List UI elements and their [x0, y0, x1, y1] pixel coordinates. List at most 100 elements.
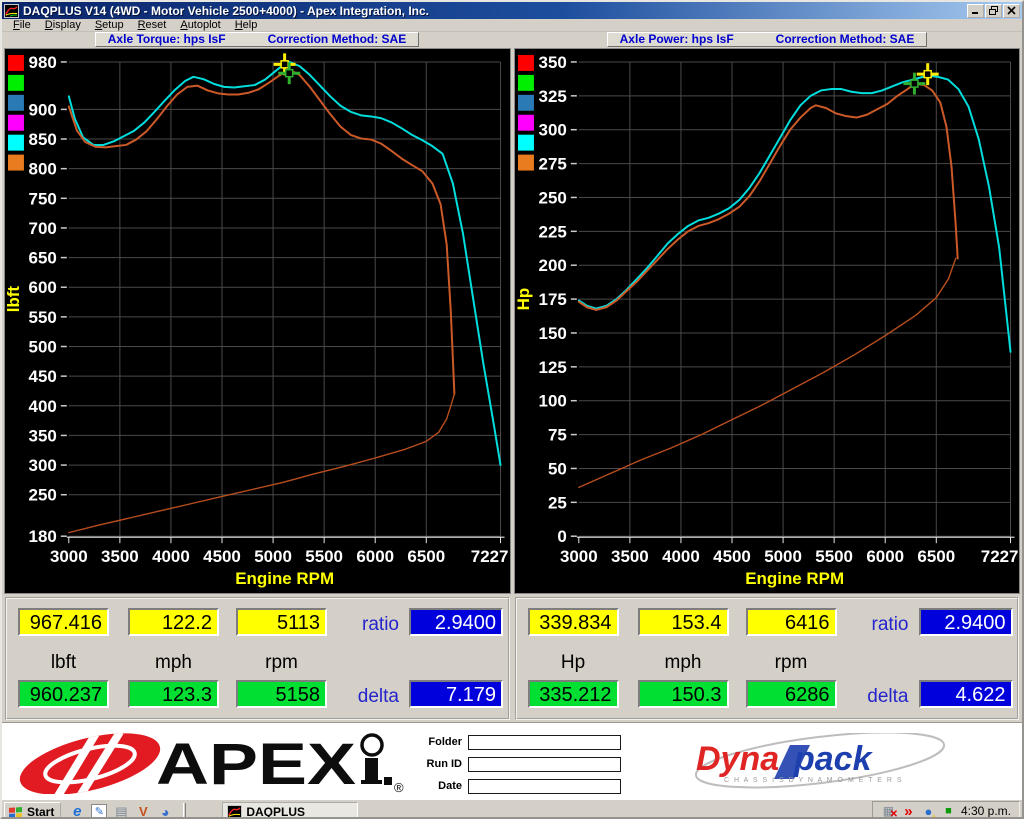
svg-text:350: 350	[538, 53, 566, 72]
app-window: DAQPLUS V14 (4WD - Motor Vehicle 2500+40…	[0, 0, 1024, 819]
torque-header-method: Correction Method: SAE	[268, 33, 407, 46]
power-measured	[578, 84, 957, 310]
legend-swatch-1	[8, 75, 24, 91]
start-button[interactable]: Start	[4, 802, 61, 819]
rpm-peak-value: 6286	[746, 680, 837, 708]
speed-unit-label: mph	[128, 652, 219, 674]
svg-text:300: 300	[29, 456, 57, 475]
daqplus-app-icon[interactable]	[4, 4, 19, 18]
svg-text:6500: 6500	[407, 547, 445, 566]
svg-text:C H A S S I S D Y N A M O: C H A S S I S D Y N A M O M E T E R S	[724, 777, 903, 784]
svg-text:700: 700	[29, 219, 57, 238]
menu-autoplot[interactable]: Autoplot	[173, 19, 227, 32]
window-title: DAQPLUS V14 (4WD - Motor Vehicle 2500+40…	[23, 4, 966, 18]
clock[interactable]: 4:30 p.m.	[961, 804, 1011, 818]
menu-bar: File Display Setup Reset Autoplot Help	[2, 19, 1022, 32]
menu-setup[interactable]: Setup	[88, 19, 131, 32]
legend-swatch-3	[8, 115, 24, 131]
svg-text:5000: 5000	[764, 547, 802, 566]
svg-text:500: 500	[29, 337, 57, 356]
power-chart[interactable]: 3000350040004500500055006000650072270255…	[515, 49, 1020, 593]
internet-explorer-icon[interactable]: e	[69, 804, 85, 819]
power-header-method: Correction Method: SAE	[776, 33, 915, 46]
speed-trace	[578, 258, 955, 487]
fast-forward-icon[interactable]: »	[901, 804, 916, 819]
ratio-value: 2.9400	[919, 608, 1013, 636]
svg-text:7227: 7227	[980, 547, 1018, 566]
daqplus-task-icon	[227, 805, 242, 819]
folder-label: Folder	[414, 736, 462, 748]
speed-peak-value: 123.3	[128, 680, 219, 708]
torque-unit-label: lbft	[18, 652, 109, 674]
compose-page-icon[interactable]: ✎	[91, 804, 107, 819]
cursor-marker	[924, 71, 931, 78]
taskbar: Start e ✎ ▤ V ◕ DAQPLUS ▦✕ » ●▲	[2, 799, 1022, 819]
close-button[interactable]	[1003, 4, 1020, 18]
power-corrected	[578, 76, 1010, 352]
title-bar: DAQPLUS V14 (4WD - Motor Vehicle 2500+40…	[2, 2, 1022, 19]
dynapack-logo: Dyna pack C H A S S I S D Y N A M O M E …	[690, 733, 950, 793]
svg-text:125: 125	[538, 358, 566, 377]
documents-icon[interactable]: ▤	[113, 804, 129, 819]
windows-flag-icon	[8, 805, 24, 819]
restore-button[interactable]	[985, 4, 1002, 18]
peak-marker	[910, 80, 917, 87]
legend-swatch-4	[8, 135, 24, 151]
menu-file[interactable]: File	[6, 19, 38, 32]
svg-text:175: 175	[538, 290, 566, 309]
svg-text:3000: 3000	[559, 547, 597, 566]
menu-reset[interactable]: Reset	[131, 19, 174, 32]
cursor-marker	[281, 61, 288, 68]
minimize-button[interactable]	[967, 4, 984, 18]
date-input[interactable]	[468, 779, 621, 794]
quick-launch: e ✎ ▤ V ◕	[69, 804, 173, 819]
network-disconnected-icon[interactable]: ▦✕	[881, 804, 896, 819]
svg-text:450: 450	[29, 367, 57, 386]
svg-text:5500: 5500	[305, 547, 343, 566]
speed-cursor-value: 122.2	[128, 608, 219, 636]
rpm-cursor-value: 6416	[746, 608, 837, 636]
daqplus-task-label: DAQPLUS	[246, 805, 305, 819]
legend-swatch-5	[8, 155, 24, 171]
torque-chart[interactable]: 3000350040004500500055006000650072271802…	[5, 49, 510, 593]
readouts-row: 967.416 122.2 5113 ratio 2.9400 lbft mph…	[2, 596, 1022, 722]
power-readout-panel: 339.834 153.4 6416 ratio 2.9400 Hp mph r…	[515, 597, 1020, 720]
menu-help[interactable]: Help	[228, 19, 265, 32]
menu-display[interactable]: Display	[38, 19, 88, 32]
rpm-unit-label: rpm	[236, 652, 327, 674]
svg-text:4000: 4000	[152, 547, 190, 566]
svg-text:100: 100	[538, 392, 566, 411]
connection-warning-icon[interactable]: ●▲	[921, 804, 936, 819]
runid-input[interactable]	[468, 757, 621, 772]
svg-text:7227: 7227	[471, 547, 509, 566]
power-header-title: Axle Power: hps IsF	[620, 33, 734, 46]
torque-header-title: Axle Torque: hps IsF	[108, 33, 226, 46]
ratio-label: ratio	[337, 614, 399, 636]
svg-text:Dyna: Dyna	[696, 740, 779, 778]
rpm-peak-value: 5158	[236, 680, 327, 708]
folder-input[interactable]	[468, 735, 621, 750]
speed-trace	[69, 394, 455, 533]
daqplus-task-button[interactable]: DAQPLUS	[222, 802, 358, 819]
svg-text:600: 600	[29, 278, 57, 297]
svg-text:Hp: Hp	[515, 288, 533, 311]
svg-text:75: 75	[547, 426, 566, 445]
svg-text:lbft: lbft	[5, 286, 23, 313]
delta-label: delta	[337, 686, 399, 708]
svg-text:180: 180	[29, 527, 57, 546]
svg-text:550: 550	[29, 308, 57, 327]
power-peak-value: 335.212	[528, 680, 619, 708]
media-player-icon[interactable]: V	[135, 804, 151, 819]
legend-swatch-0	[8, 55, 24, 71]
messenger-globe-icon[interactable]: ◕	[157, 804, 173, 819]
ratio-label: ratio	[847, 614, 909, 636]
svg-text:750: 750	[29, 189, 57, 208]
status-square-icon[interactable]: ■	[941, 804, 956, 819]
svg-text:pack: pack	[793, 740, 874, 778]
svg-text:225: 225	[538, 222, 566, 241]
svg-text:25: 25	[547, 493, 566, 512]
torque-cursor-value: 967.416	[18, 608, 109, 636]
svg-text:800: 800	[29, 160, 57, 179]
taskbar-divider	[183, 803, 186, 819]
svg-text:900: 900	[29, 100, 57, 119]
